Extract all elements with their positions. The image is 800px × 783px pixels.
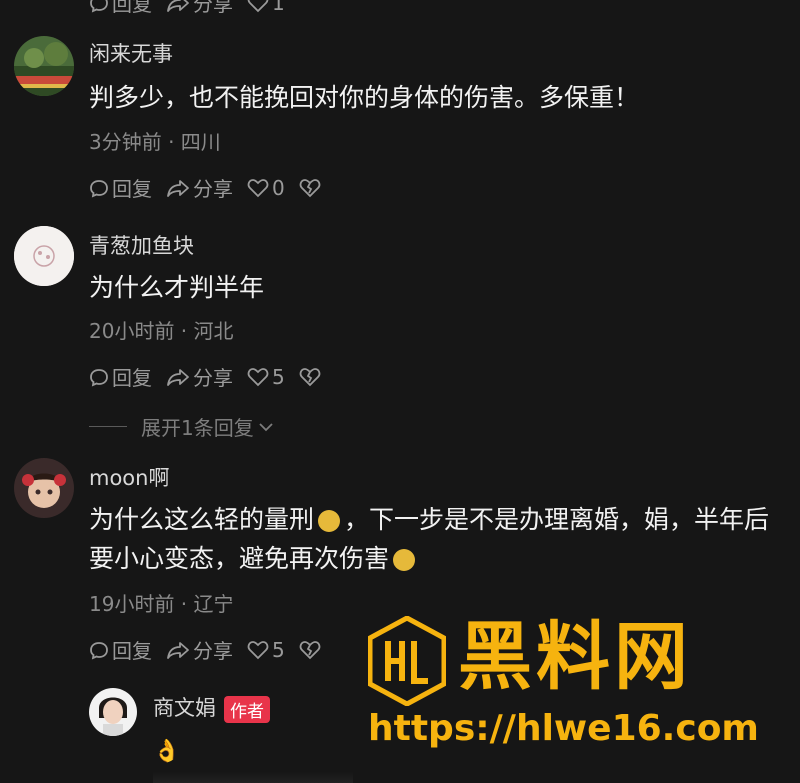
heart-icon [247, 367, 269, 386]
dislike-button[interactable] [299, 367, 324, 387]
broken-heart-icon [299, 367, 321, 386]
comment-meta: 20小时前 · 河北 [89, 319, 234, 343]
watermark-url: https://hlwe16.com [368, 708, 759, 749]
avatar-image [14, 458, 74, 518]
share-icon [167, 641, 189, 659]
avatar[interactable] [14, 458, 74, 518]
dislike-button[interactable] [299, 178, 324, 198]
heart-icon [247, 0, 269, 12]
like-button[interactable]: 5 [247, 638, 285, 662]
reply-button[interactable]: 回复 [89, 362, 152, 391]
like-button[interactable]: 0 [247, 176, 285, 200]
dislike-button[interactable] [299, 640, 324, 660]
avatar-image [14, 226, 74, 286]
watermark-logo-icon [368, 616, 446, 706]
reply-button[interactable]: 回复 [89, 0, 152, 17]
comment-actions: 回复 分享 5 [89, 635, 338, 664]
share-button[interactable]: 分享 [166, 0, 233, 17]
reply-button[interactable]: 回复 [89, 635, 152, 664]
username[interactable]: moon啊 [89, 462, 169, 492]
share-button[interactable]: 分享 [166, 173, 233, 202]
emoji-icon [393, 549, 416, 571]
share-button[interactable]: 分享 [166, 635, 233, 664]
divider [89, 426, 127, 427]
comment-actions: 回复 分享 0 [89, 173, 338, 202]
chevron-down-icon [259, 422, 273, 431]
comment-meta: 3分钟前 · 四川 [89, 130, 221, 154]
heart-icon [247, 178, 269, 197]
author-badge: 作者 [224, 695, 270, 723]
share-icon [167, 368, 189, 386]
comment-meta: 19小时前 · 辽宁 [89, 592, 234, 616]
like-button[interactable]: 5 [247, 365, 285, 389]
avatar-image [14, 36, 74, 96]
avatar-image [89, 688, 137, 736]
comment-icon [90, 368, 108, 386]
username[interactable]: 闲来无事 [89, 38, 173, 68]
watermark: 黑料网 https://hlwe16.com [368, 612, 788, 762]
avatar[interactable] [89, 688, 137, 736]
broken-heart-icon [299, 640, 321, 659]
comment-text: 判多少，也不能挽回对你的身体的伤害。多保重！ [89, 83, 640, 112]
avatar[interactable] [14, 226, 74, 286]
heart-icon [247, 640, 269, 659]
emoji-icon [318, 510, 341, 532]
reply-button[interactable]: 回复 [89, 173, 152, 202]
comment-icon [90, 641, 108, 659]
expand-replies-button[interactable]: 展开1条回复 [89, 412, 275, 441]
watermark-title: 黑料网 [458, 614, 692, 700]
reply-username[interactable]: 商文娟 作者 [153, 692, 270, 723]
comment-text: 为什么这么轻的量刑 ，下一步是不是办理离婚，娟，半年后要小心变态，避免再次伤害 [89, 505, 770, 573]
comment-text: 为什么才判半年 [89, 273, 265, 302]
avatar[interactable] [14, 36, 74, 96]
top-actions-partial: 回复 分享 1 [89, 0, 299, 17]
share-icon [167, 0, 189, 12]
comment-actions: 回复 分享 5 [89, 362, 338, 391]
share-button[interactable]: 分享 [166, 362, 233, 391]
comment-icon [90, 0, 108, 12]
username[interactable]: 青葱加鱼块 [89, 230, 194, 260]
comment-icon [90, 179, 108, 197]
reply-meta-partial [153, 772, 353, 783]
like-button[interactable]: 1 [247, 0, 285, 17]
share-icon [167, 179, 189, 197]
broken-heart-icon [299, 178, 321, 197]
